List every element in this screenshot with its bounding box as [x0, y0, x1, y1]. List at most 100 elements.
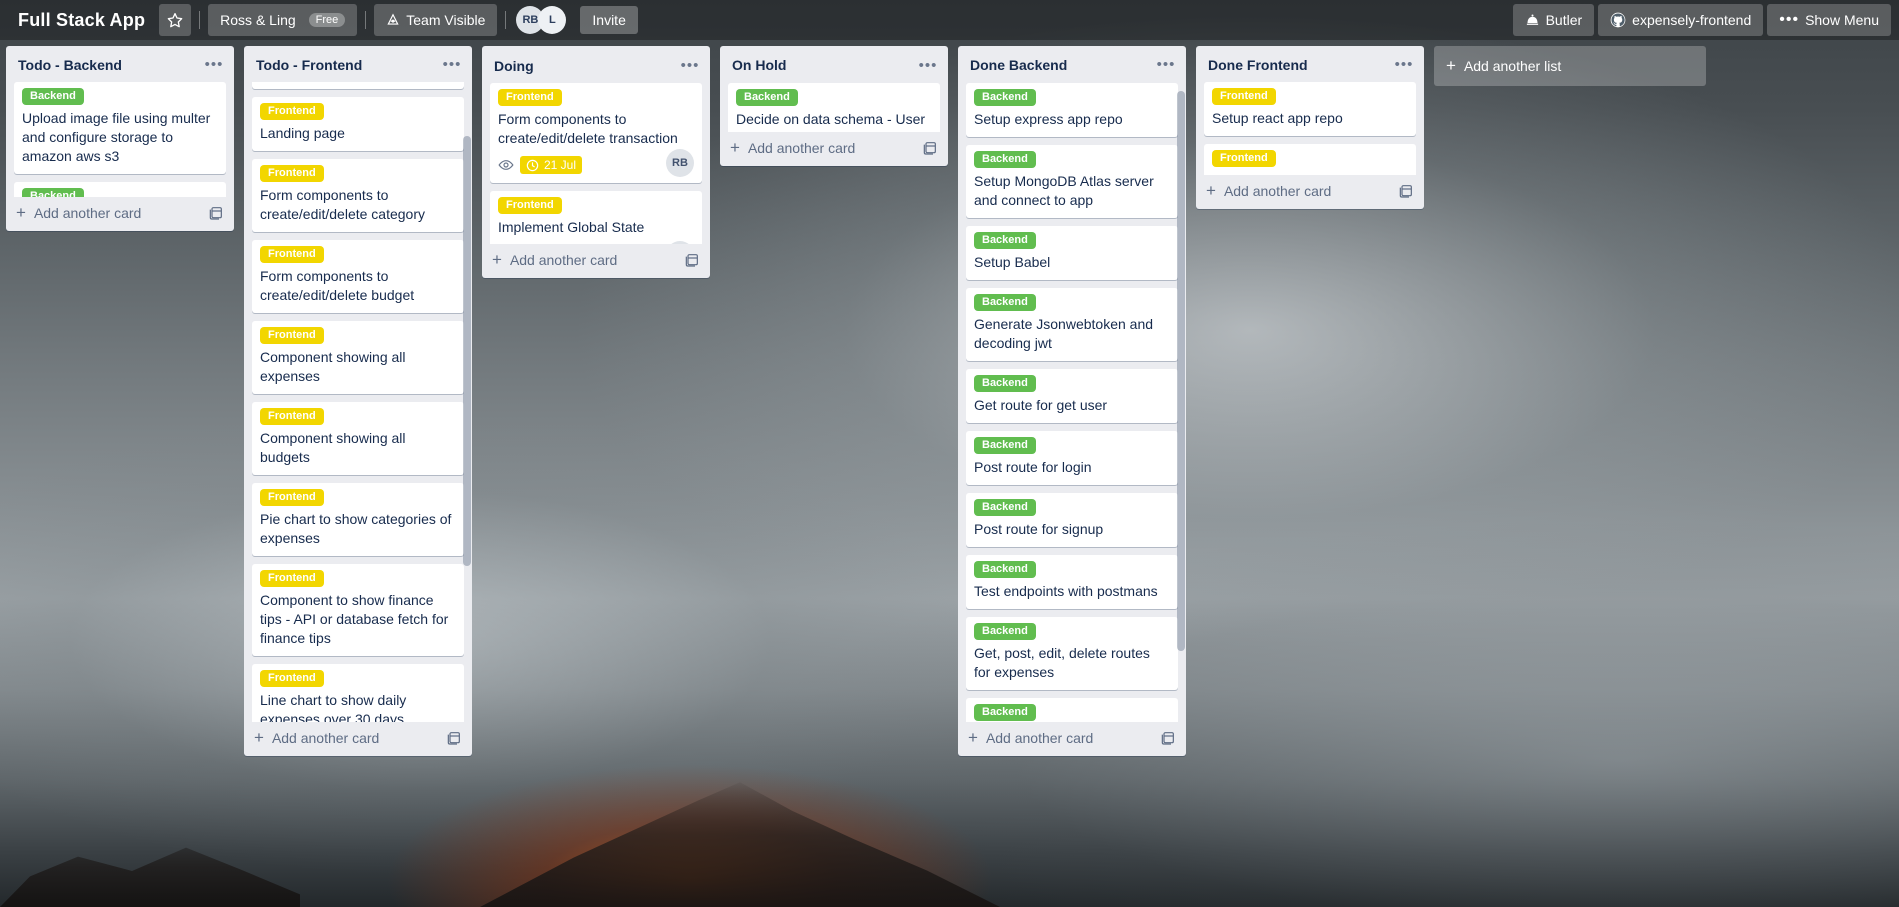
- card[interactable]: BackendGet, post, edit, delete routes fo…: [966, 616, 1178, 690]
- list-scrollbar[interactable]: [1177, 85, 1185, 720]
- card[interactable]: Frontend Form components to create/edit/d…: [490, 83, 702, 184]
- card-title: Setup Babel: [974, 253, 1051, 270]
- create-from-template-button[interactable]: [684, 252, 700, 268]
- card[interactable]: Backend Upload image file using multer an…: [14, 82, 226, 174]
- label-backend[interactable]: Backend: [974, 150, 1036, 168]
- card[interactable]: Backend Setup MongoDB Atlas server and co…: [966, 144, 1178, 218]
- label-backend[interactable]: Backend: [736, 88, 798, 106]
- card[interactable]: Frontend Component to show finance tips -…: [252, 564, 464, 657]
- list-cards[interactable]: Backend Upload image file using multer an…: [6, 82, 234, 197]
- list-menu-button[interactable]: •••: [1392, 53, 1416, 77]
- list-menu-button[interactable]: •••: [1154, 53, 1178, 77]
- card[interactable]: Backend Generate Jsonwebtoken and decodin…: [966, 287, 1178, 361]
- list-title[interactable]: Done Backend: [970, 56, 1154, 74]
- label-frontend[interactable]: Frontend: [260, 103, 324, 121]
- list-menu-button[interactable]: •••: [678, 54, 702, 78]
- label-frontend[interactable]: Frontend: [498, 89, 562, 107]
- add-card-button[interactable]: + Add another card: [244, 722, 472, 756]
- card[interactable]: Backend Setup Babel: [966, 225, 1178, 280]
- board-canvas[interactable]: Todo - Backend ••• Backend Upload image fil…: [0, 40, 1899, 907]
- label-frontend[interactable]: Frontend: [260, 408, 324, 426]
- label-frontend[interactable]: Frontend: [260, 670, 324, 688]
- card[interactable]: BackendGet, post, edit, delete routes fo…: [966, 697, 1178, 722]
- add-card-button[interactable]: + Add another card: [720, 132, 948, 166]
- card[interactable]: BackendDatabase for icons: [14, 182, 226, 197]
- label-backend[interactable]: Backend: [974, 498, 1036, 516]
- label-backend[interactable]: Backend: [974, 622, 1036, 640]
- card[interactable]: Frontend Landing page: [252, 97, 464, 152]
- card-partial[interactable]: NavBar Component: [252, 82, 464, 90]
- card[interactable]: Backend Decide on data schema - User: [728, 82, 940, 132]
- label-frontend[interactable]: Frontend: [1212, 150, 1276, 167]
- create-from-template-button[interactable]: [922, 140, 938, 156]
- add-card-button[interactable]: + Add another card: [958, 722, 1186, 756]
- list-cards[interactable]: Frontend Setup react app repo Frontend Logi…: [1196, 82, 1424, 175]
- visibility-button[interactable]: Team Visible: [374, 4, 498, 36]
- label-backend[interactable]: Backend: [974, 436, 1036, 454]
- label-frontend[interactable]: Frontend: [498, 197, 562, 215]
- avatar[interactable]: L: [538, 6, 567, 34]
- butler-button[interactable]: Butler: [1512, 4, 1595, 36]
- board-title[interactable]: Full Stack App: [6, 4, 157, 36]
- add-card-button[interactable]: + Add another card: [1196, 175, 1424, 209]
- label-frontend[interactable]: Frontend: [1212, 88, 1276, 105]
- list-scrollbar[interactable]: [463, 84, 471, 720]
- card[interactable]: Backend Test endpoints with postmans: [966, 554, 1178, 609]
- card[interactable]: Backend Post route for signup: [966, 492, 1178, 547]
- create-from-template-button[interactable]: [208, 205, 224, 221]
- card[interactable]: Backend Setup express app repo: [966, 82, 1178, 137]
- due-date-badge[interactable]: 21 Jul: [520, 156, 583, 175]
- list-title[interactable]: Done Frontend: [1208, 56, 1392, 74]
- list-cards[interactable]: Backend Decide on data schema - User: [720, 82, 948, 132]
- team-name-button[interactable]: Ross & Ling Free: [208, 4, 358, 36]
- butler-label: Butler: [1545, 12, 1583, 28]
- label-frontend[interactable]: Frontend: [260, 165, 324, 183]
- label-frontend[interactable]: Frontend: [260, 327, 324, 345]
- list-title[interactable]: Todo - Backend: [18, 56, 202, 74]
- create-from-template-button[interactable]: [1160, 730, 1176, 746]
- create-from-template-button[interactable]: [446, 730, 462, 746]
- card[interactable]: Frontend Login-Signup forms component: [1204, 144, 1416, 175]
- card[interactable]: Frontend Form components to create/edit/d…: [252, 240, 464, 314]
- star-icon[interactable]: [159, 4, 192, 36]
- card[interactable]: Frontend Pie chart to show categories of …: [252, 483, 464, 557]
- label-backend[interactable]: Backend: [974, 88, 1036, 106]
- list-cards[interactable]: NavBar ComponentFrontendLanding pageFron…: [244, 82, 472, 722]
- list-menu-button[interactable]: •••: [202, 53, 226, 77]
- card[interactable]: Frontend Setup react app repo: [1204, 82, 1416, 136]
- list-menu-button[interactable]: •••: [440, 53, 464, 77]
- card-title: Decide on data schema - User: [736, 110, 926, 127]
- label-frontend[interactable]: Frontend: [260, 570, 324, 588]
- add-card-button[interactable]: + Add another card: [482, 244, 710, 278]
- label-backend[interactable]: Backend: [974, 703, 1036, 721]
- list-title[interactable]: On Hold: [732, 56, 916, 74]
- card[interactable]: Frontend Component showing all expenses: [252, 321, 464, 395]
- label-backend[interactable]: Backend: [974, 560, 1036, 578]
- invite-button[interactable]: Invite: [580, 6, 638, 34]
- create-from-template-button[interactable]: [1398, 183, 1414, 199]
- label-backend[interactable]: Backend: [22, 88, 84, 105]
- label-backend[interactable]: Backend: [974, 374, 1036, 392]
- card[interactable]: Frontend Line chart to show daily expense…: [252, 664, 464, 722]
- label-backend[interactable]: Backend: [974, 293, 1036, 311]
- card[interactable]: Backend Get route for get user: [966, 368, 1178, 423]
- list-title[interactable]: Todo - Frontend: [256, 56, 440, 74]
- card[interactable]: Backend Post route for login: [966, 430, 1178, 485]
- github-power-up-button[interactable]: expensely-frontend: [1598, 4, 1764, 36]
- label-frontend[interactable]: Frontend: [260, 489, 324, 507]
- label-backend[interactable]: Backend: [974, 231, 1036, 249]
- card[interactable]: Frontend Form components to create/edit/d…: [252, 159, 464, 233]
- label-frontend[interactable]: Frontend: [260, 246, 324, 264]
- list-cards[interactable]: Frontend Form components to create/edit/d…: [482, 83, 710, 244]
- label-backend[interactable]: Backend: [22, 188, 84, 197]
- card[interactable]: FrontendImplement Global StateL: [490, 191, 702, 244]
- add-card-button[interactable]: + Add another card: [6, 197, 234, 231]
- list-cards[interactable]: Backend Setup express app repo Backend Setu…: [958, 82, 1186, 722]
- card[interactable]: Frontend Component showing all budgets: [252, 402, 464, 476]
- show-menu-button[interactable]: ••• Show Menu: [1767, 4, 1891, 36]
- list-menu-button[interactable]: •••: [916, 54, 940, 78]
- scrollbar-thumb[interactable]: [463, 136, 471, 567]
- list-title[interactable]: Doing: [494, 57, 678, 75]
- add-list-button[interactable]: + Add another list: [1434, 46, 1706, 86]
- scrollbar-thumb[interactable]: [1177, 90, 1185, 651]
